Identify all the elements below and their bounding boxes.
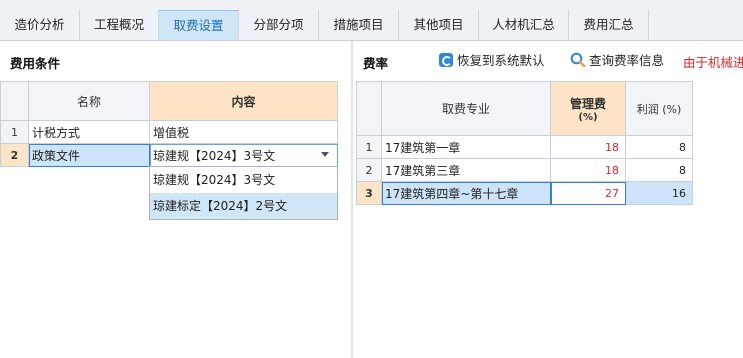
- management-fee-unit: (%): [578, 111, 598, 123]
- column-header-management-fee[interactable]: 管理费 (%): [550, 81, 626, 136]
- tab-other-items[interactable]: 其他项目: [399, 10, 479, 40]
- row-number: 2: [0, 143, 29, 167]
- dropdown-option[interactable]: 琼建规【2024】3号文: [150, 167, 337, 193]
- tab-cost-analysis[interactable]: 造价分析: [0, 10, 80, 40]
- tab-sub-items[interactable]: 分部分项: [239, 10, 319, 40]
- fee-major[interactable]: 17建筑第三章: [381, 158, 551, 182]
- column-header-name[interactable]: 名称: [28, 81, 150, 121]
- condition-content[interactable]: 增值税: [149, 120, 338, 144]
- machinery-warning-text: 由于机械进: [683, 55, 743, 70]
- table-row[interactable]: 2 政策文件 琼建规【2024】3号文: [0, 143, 338, 167]
- fee-conditions-title: 费用条件: [10, 56, 61, 71]
- condition-name[interactable]: 政策文件: [28, 143, 150, 167]
- search-icon[interactable]: [570, 52, 585, 67]
- fee-rate-table: 取费专业 管理费 (%) 利润 (%) 1 17建筑第一章 18 8 2 17建…: [356, 81, 693, 205]
- row-number: 1: [0, 120, 29, 144]
- tab-labor-material-summary[interactable]: 人材机汇总: [479, 10, 569, 40]
- row-number: 2: [356, 158, 382, 182]
- tab-bar: 造价分析 工程概况 取费设置 分部分项 措施项目 其他项目 人材机汇总 费用汇总: [0, 0, 743, 41]
- table-row[interactable]: 1 17建筑第一章 18 8: [356, 135, 693, 159]
- policy-file-select[interactable]: 琼建规【2024】3号文: [149, 143, 338, 167]
- chevron-down-icon[interactable]: [321, 152, 329, 157]
- column-header-content[interactable]: 内容: [149, 81, 338, 121]
- tab-project-overview[interactable]: 工程概况: [80, 10, 159, 40]
- policy-file-dropdown-list: 琼建规【2024】3号文 琼建标定【2024】2号文: [149, 166, 338, 220]
- management-fee-value[interactable]: 27: [550, 181, 626, 205]
- profit-value[interactable]: 8: [625, 135, 693, 159]
- profit-value[interactable]: 16: [625, 181, 693, 205]
- profit-value[interactable]: 8: [625, 158, 693, 182]
- query-rate-info-button[interactable]: 查询费率信息: [589, 52, 664, 70]
- management-fee-value[interactable]: 18: [550, 135, 626, 159]
- column-header-major[interactable]: 取费专业: [381, 81, 551, 136]
- management-fee-value[interactable]: 18: [550, 158, 626, 182]
- policy-file-selected-value: 琼建规【2024】3号文: [153, 148, 276, 163]
- corner-cell: [0, 81, 29, 121]
- row-number: 1: [356, 135, 382, 159]
- dropdown-option[interactable]: 琼建标定【2024】2号文: [150, 193, 337, 219]
- condition-name[interactable]: 计税方式: [28, 120, 150, 144]
- fee-major[interactable]: 17建筑第四章~第十七章: [381, 181, 551, 205]
- management-fee-label: 管理费: [569, 96, 606, 111]
- row-number: 3: [356, 181, 382, 205]
- fee-conditions-table: 名称 内容 1 计税方式 增值税 2 政策文件 琼建规【2024】3号文: [0, 81, 338, 167]
- tab-fee-summary[interactable]: 费用汇总: [569, 10, 649, 40]
- column-header-profit[interactable]: 利润 (%): [625, 81, 693, 136]
- restore-default-button[interactable]: 恢复到系统默认: [457, 52, 545, 70]
- fee-major[interactable]: 17建筑第一章: [381, 135, 551, 159]
- tab-fee-settings[interactable]: 取费设置: [159, 10, 239, 40]
- tab-measures[interactable]: 措施项目: [319, 10, 399, 40]
- table-row[interactable]: 3 17建筑第四章~第十七章 27 16: [356, 181, 693, 205]
- corner-cell: [356, 81, 382, 136]
- restore-icon[interactable]: [439, 53, 453, 67]
- fee-rate-title: 费率: [363, 56, 389, 71]
- table-row[interactable]: 2 17建筑第三章 18 8: [356, 158, 693, 182]
- table-row[interactable]: 1 计税方式 增值税: [0, 120, 338, 144]
